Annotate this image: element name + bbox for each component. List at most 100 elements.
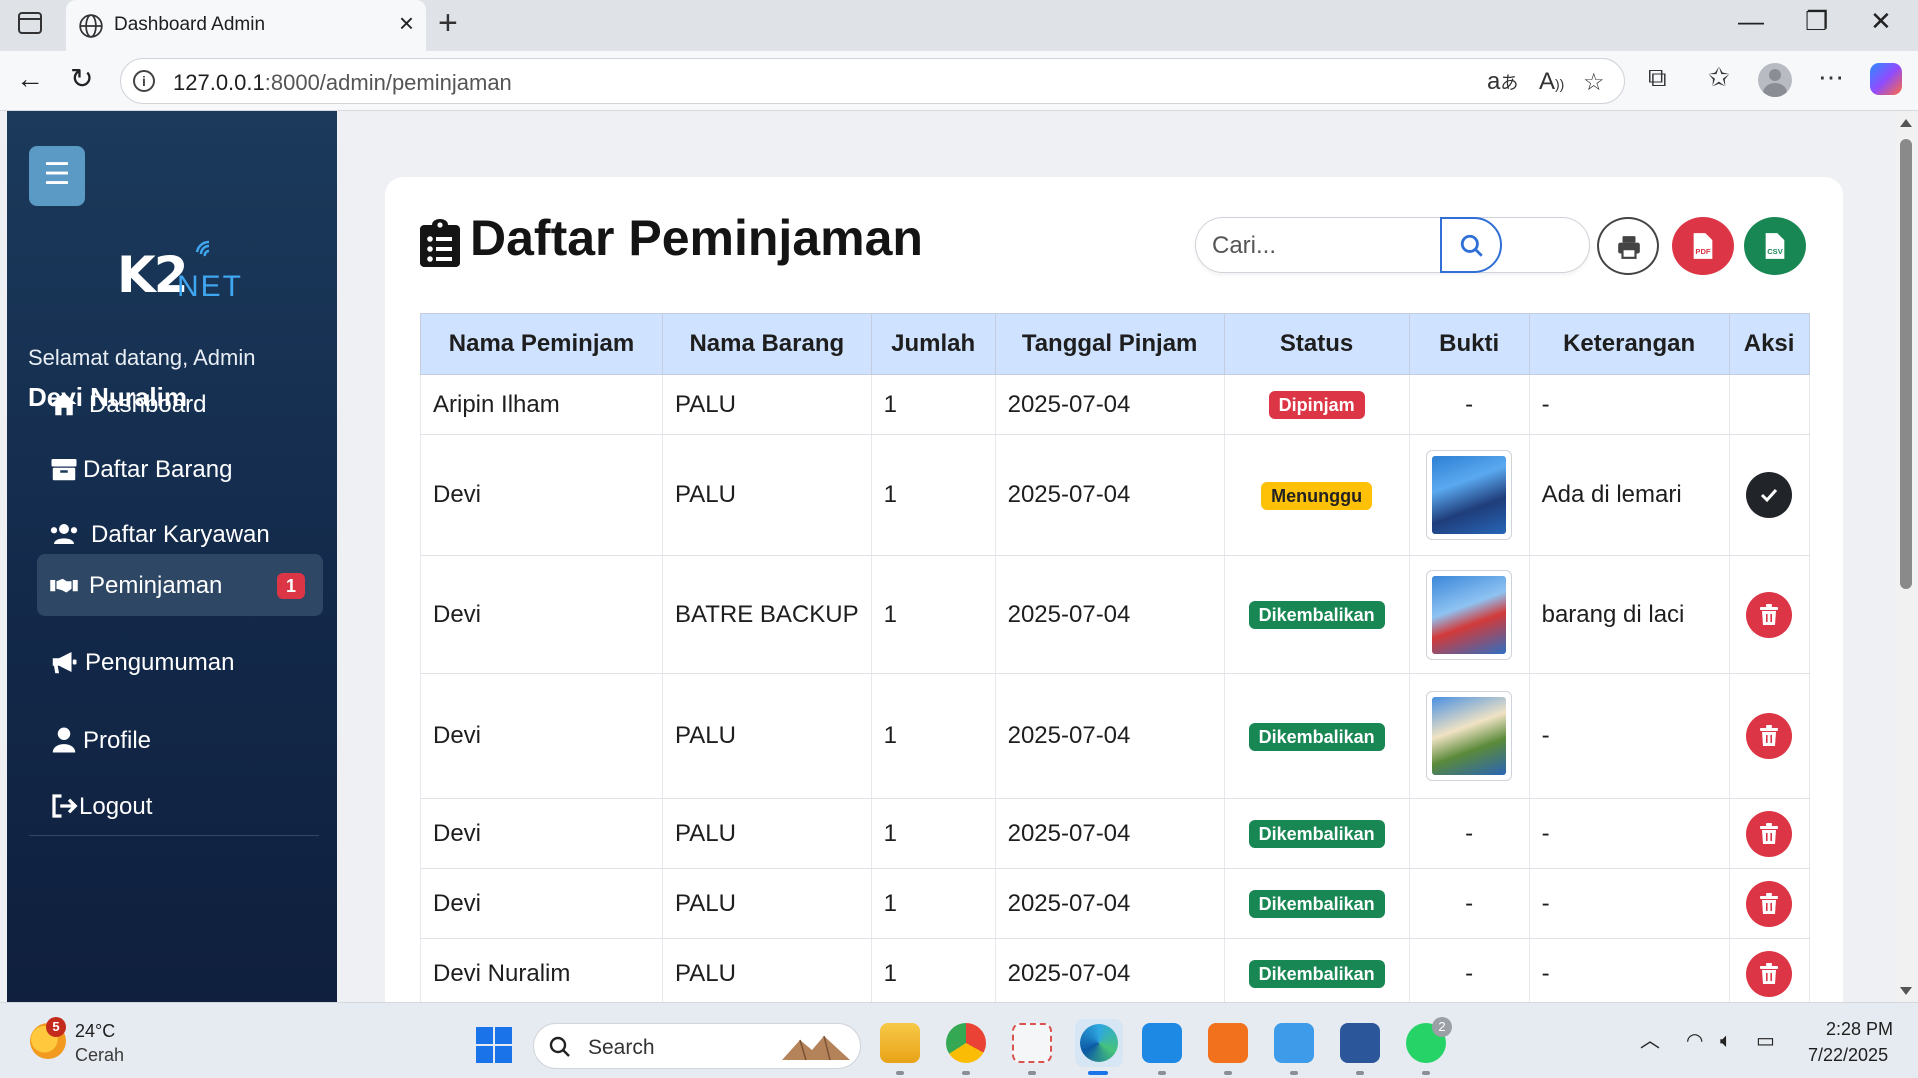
url-field[interactable]: i 127.0.0.1:8000/admin/peminjaman aあ A))… (120, 58, 1625, 104)
battery-icon[interactable]: ▭ (1756, 1031, 1775, 1051)
search-button[interactable] (1440, 217, 1502, 273)
print-button[interactable] (1597, 217, 1659, 275)
cell: Dikembalikan (1223, 938, 1410, 1002)
column-header[interactable]: Aksi (1728, 313, 1810, 375)
export-pdf-button[interactable]: PDF (1672, 217, 1734, 275)
cell-nama-barang: PALU (675, 390, 736, 418)
cell-nama-barang: PALU (675, 959, 736, 987)
delete-button[interactable] (1746, 591, 1793, 638)
scroll-down-icon[interactable] (1900, 987, 1912, 995)
scroll-up-icon[interactable] (1900, 119, 1912, 127)
windows-start-icon[interactable] (476, 1027, 512, 1063)
cell (1728, 374, 1810, 435)
column-header[interactable]: Status (1223, 313, 1410, 375)
clock-date[interactable]: 7/22/2025 (1808, 1045, 1888, 1066)
cell-keterangan: barang di laci (1541, 600, 1685, 628)
cell-nama-peminjam: Devi (433, 481, 482, 508)
column-header[interactable]: Bukti (1408, 313, 1530, 375)
column-header[interactable]: Nama Barang (662, 313, 872, 375)
snipping-tool-icon[interactable] (1012, 1023, 1052, 1063)
more-options-icon[interactable]: ⋯ (1818, 64, 1844, 90)
column-header[interactable]: Keterangan (1528, 313, 1730, 375)
cell: 2025-07-04 (994, 798, 1225, 869)
cell-bukti: - (1465, 889, 1474, 917)
menu-toggle-button[interactable]: ☰ (29, 146, 85, 206)
notepad-icon[interactable] (1274, 1023, 1314, 1063)
xampp-icon[interactable] (1208, 1023, 1248, 1063)
cell: 2025-07-04 (994, 938, 1225, 1002)
cell: PALU (662, 434, 872, 556)
windows-taskbar: 5 24°C Cerah Search 2 ︿ ◠ 🔈︎ ▭ 2:28 PM 7… (0, 1002, 1918, 1078)
restore-icon[interactable]: ❐ (1805, 8, 1828, 34)
approve-button[interactable] (1746, 472, 1793, 518)
tab-close-icon[interactable]: × (399, 10, 414, 36)
column-header[interactable]: Tanggal Pinjam (994, 313, 1225, 375)
sidebar-item-dashboard[interactable]: Dashboard (37, 373, 323, 435)
trash-icon (1760, 822, 1779, 844)
cell: Devi (420, 868, 663, 939)
volume-icon[interactable]: 🔈︎ (1720, 1031, 1732, 1051)
sidebar-item-daftar-barang[interactable]: Daftar Barang (37, 438, 323, 500)
cell (1408, 673, 1530, 799)
minimize-icon[interactable]: — (1738, 8, 1764, 34)
cell: - (1528, 938, 1730, 1002)
bukti-thumbnail[interactable] (1426, 569, 1513, 660)
file-explorer-icon[interactable] (880, 1023, 920, 1063)
cell: 1 (870, 434, 996, 556)
export-csv-button[interactable]: CSV (1744, 217, 1806, 275)
favorite-star-icon[interactable]: ☆ (1583, 68, 1605, 97)
translate-icon[interactable]: aあ (1487, 68, 1518, 96)
cell: Menunggu (1223, 434, 1410, 556)
sidebar-item-profile[interactable]: Profile (37, 709, 323, 771)
page-scrollbar[interactable] (1896, 111, 1916, 1002)
cell: PALU (662, 798, 872, 869)
cell: - (1528, 673, 1730, 799)
table-row: Aripin Ilham PALU 1 2025-07-04 Dipinjam - - (420, 374, 1810, 435)
cell (1408, 434, 1530, 556)
taskbar-search-box[interactable]: Search (533, 1023, 861, 1069)
delete-button[interactable] (1746, 880, 1793, 927)
back-icon[interactable]: ← (16, 65, 44, 93)
cell-keterangan: - (1541, 819, 1550, 847)
show-hidden-icons-icon[interactable]: ︿ (1640, 1031, 1660, 1051)
sidebar-item-peminjaman[interactable]: Peminjaman 1 (37, 554, 323, 616)
reload-icon[interactable]: ↻ (70, 65, 93, 93)
cell: 1 (870, 673, 996, 799)
bukti-thumbnail[interactable] (1426, 450, 1513, 540)
sidebar-item-label: Pengumuman (85, 649, 235, 676)
close-window-icon[interactable]: ✕ (1870, 8, 1892, 34)
chrome-icon[interactable] (946, 1023, 986, 1063)
scrollbar-thumb[interactable] (1900, 139, 1912, 589)
sidebar-item-pengumuman[interactable]: Pengumuman (37, 631, 323, 693)
vscode-icon[interactable] (1142, 1023, 1182, 1063)
cell: 2025-07-04 (994, 374, 1225, 435)
delete-button[interactable] (1746, 950, 1793, 997)
column-header[interactable]: Nama Peminjam (420, 313, 663, 375)
browser-tab[interactable]: Dashboard Admin × (66, 0, 426, 51)
clock-time[interactable]: 2:28 PM (1826, 1019, 1893, 1040)
read-aloud-icon[interactable]: A)) (1539, 68, 1564, 96)
new-tab-icon[interactable]: + (438, 6, 458, 40)
sidebar-item-logout[interactable]: Logout (37, 775, 323, 837)
cell-tanggal-pinjam: 2025-07-04 (1007, 722, 1131, 749)
profile-avatar-icon[interactable] (1758, 63, 1792, 97)
table-row: Devi Nuralim PALU 1 2025-07-04 Dikembalikan -… (420, 938, 1810, 1002)
copilot-icon[interactable] (1870, 63, 1902, 95)
extensions-icon[interactable]: ⧉ (1648, 64, 1667, 90)
weather-temperature[interactable]: 24°C (75, 1021, 115, 1042)
favorites-icon[interactable]: ✩ (1708, 64, 1730, 90)
tab-actions-icon[interactable] (18, 12, 42, 34)
status-badge: Dipinjam (1268, 391, 1365, 419)
cell: Dikembalikan (1223, 555, 1410, 674)
home-icon (51, 392, 77, 416)
main-card: Daftar Peminjaman PDF CSV Nama Peminjam … (385, 177, 1843, 1002)
word-icon[interactable] (1340, 1023, 1380, 1063)
bukti-thumbnail[interactable] (1426, 691, 1513, 781)
site-info-icon[interactable]: i (133, 70, 155, 92)
weather-condition[interactable]: Cerah (75, 1045, 124, 1066)
edge-icon-active[interactable] (1075, 1019, 1123, 1067)
delete-button[interactable] (1746, 713, 1793, 759)
delete-button[interactable] (1746, 810, 1793, 857)
wifi-icon[interactable]: ◠ (1686, 1031, 1703, 1051)
column-header[interactable]: Jumlah (870, 313, 996, 375)
